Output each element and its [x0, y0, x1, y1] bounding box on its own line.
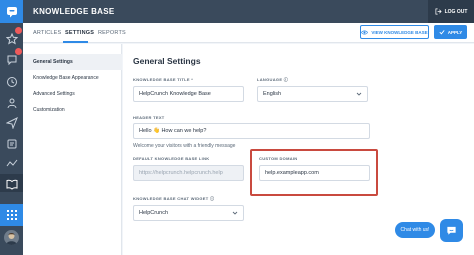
people-icon [7, 98, 16, 108]
top-bar: KNOWLEDGE BASE LOG OUT [23, 0, 474, 23]
clock-icon [6, 76, 17, 87]
check-icon [439, 30, 445, 35]
language-label: LANGUAGE ⓘ [257, 77, 289, 82]
view-knowledge-base-button[interactable]: VIEW KNOWLEDGE BASE [360, 25, 429, 39]
send-icon [5, 116, 18, 129]
grid-icon [6, 210, 17, 220]
tab-settings[interactable]: SETTINGS [65, 30, 94, 36]
custom-domain-highlight [250, 149, 378, 196]
rail-clock[interactable] [4, 74, 19, 89]
analytics-icon [6, 159, 17, 166]
chat-widget-label: KNOWLEDGE BASE CHAT WIDGET ⓘ [133, 196, 215, 201]
submenu-general-settings[interactable]: General Settings [23, 54, 122, 70]
rail-knowledge-base[interactable] [4, 176, 19, 191]
avatar[interactable] [4, 230, 19, 245]
default-link-input: https://helpcrunch.helpcrunch.help [133, 165, 244, 181]
chat-launcher-button[interactable] [440, 219, 463, 242]
info-icon: ⓘ [209, 196, 215, 201]
header-text-hint: Welcome your visitors with a friendly me… [133, 143, 236, 149]
eye-icon [361, 30, 369, 34]
rail-chats[interactable] [4, 48, 22, 67]
info-icon: ⓘ [283, 77, 289, 82]
rail-send[interactable] [4, 115, 19, 130]
notification-badge [15, 48, 22, 55]
chat-bubble[interactable]: Chat with us! [395, 222, 435, 238]
chat-icon [447, 226, 456, 235]
apply-button[interactable]: APPLY [434, 25, 467, 39]
active-tab-indicator [63, 41, 88, 43]
helpcrunch-logo-icon [6, 6, 17, 17]
header-text-label: HEADER TEXT [133, 115, 165, 120]
submenu-advanced-settings[interactable]: Advanced Settings [23, 86, 122, 102]
default-link-label: DEFAULT KNOWLEDGE BASE LINK [133, 156, 210, 161]
page-title: KNOWLEDGE BASE [33, 7, 115, 16]
tab-articles[interactable]: ARTICLES [33, 30, 61, 36]
rail-tickets[interactable] [4, 136, 19, 151]
kb-title-label: KNOWLEDGE BASE TITLE * [133, 77, 194, 82]
rail-analytics[interactable] [4, 156, 19, 171]
user-avatar-icon [6, 233, 17, 245]
app-logo[interactable] [0, 0, 23, 23]
settings-submenu: General Settings Knowledge Base Appearan… [23, 44, 122, 255]
logout-button[interactable]: LOG OUT [428, 0, 474, 23]
submenu-customization[interactable]: Customization [23, 102, 122, 118]
notification-badge [15, 27, 22, 34]
section-heading: General Settings [133, 56, 201, 66]
rail-people[interactable] [4, 95, 19, 110]
view-knowledge-base-label: VIEW KNOWLEDGE BASE [371, 29, 428, 35]
language-select[interactable]: English [257, 86, 368, 102]
chat-icon [7, 55, 16, 65]
chat-widget-value: HelpCrunch [139, 210, 169, 216]
book-icon [6, 179, 17, 190]
chevron-down-icon [356, 92, 362, 96]
apply-label: APPLY [447, 29, 463, 35]
language-value: English [263, 91, 282, 97]
submenu-kb-appearance[interactable]: Knowledge Base Appearance [23, 70, 122, 86]
chat-widget-select[interactable]: HelpCrunch [133, 205, 244, 221]
star-icon [5, 32, 18, 45]
logout-icon [435, 8, 442, 15]
kb-title-input[interactable]: HelpCrunch Knowledge Base [133, 86, 244, 102]
chevron-down-icon [232, 211, 238, 215]
logout-label: LOG OUT [444, 8, 468, 15]
apps-grid-button[interactable] [0, 204, 23, 226]
tab-reports[interactable]: REPORTS [98, 30, 126, 36]
ticket-icon [7, 139, 16, 148]
rail-star[interactable] [4, 27, 22, 46]
left-rail [0, 0, 23, 255]
header-text-input[interactable]: Hello 👋 How can we help? [133, 123, 370, 139]
